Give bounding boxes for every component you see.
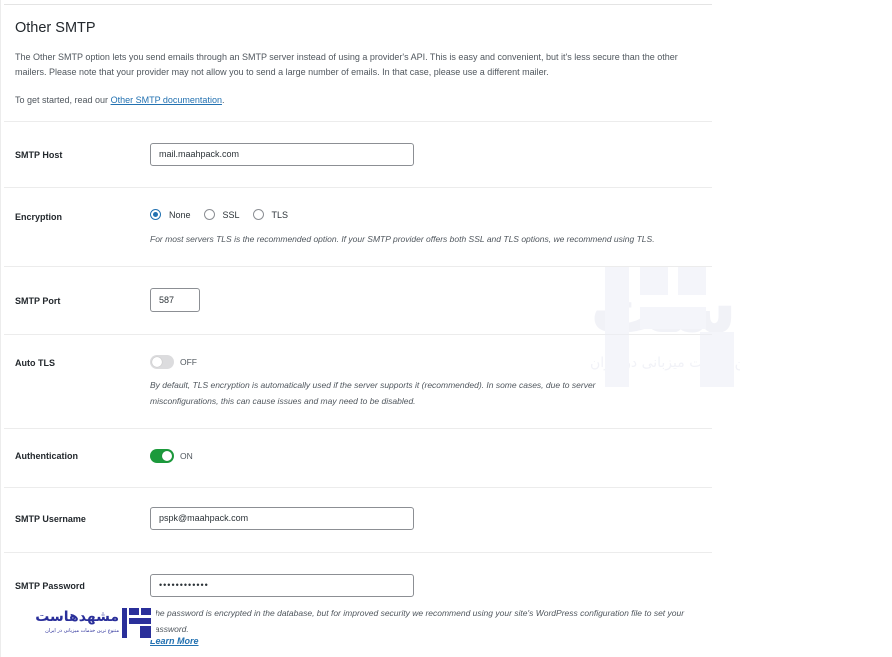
- documentation-link[interactable]: Other SMTP documentation: [111, 95, 222, 105]
- authentication-state: ON: [180, 451, 193, 461]
- section-title: Other SMTP: [15, 20, 96, 36]
- smtp-password-input[interactable]: ••••••••••••: [150, 574, 414, 597]
- divider: [4, 334, 712, 335]
- radio-checked-icon[interactable]: [150, 209, 161, 220]
- divider: [4, 121, 712, 122]
- auto-tls-toggle[interactable]: [150, 355, 174, 369]
- smtp-host-input[interactable]: mail.maahpack.com: [150, 143, 414, 166]
- smtp-port-input[interactable]: 587: [150, 288, 200, 312]
- corner-logo: مشهدهاست متنوع ترین خدمات میزبانی در ایر…: [16, 606, 156, 640]
- divider: [4, 266, 712, 267]
- divider: [4, 428, 712, 429]
- authentication-label: Authentication: [15, 451, 78, 461]
- divider: [4, 4, 712, 5]
- divider: [0, 0, 1, 657]
- radio-label: None: [169, 209, 191, 220]
- encryption-help-text: For most servers TLS is the recommended …: [150, 234, 655, 244]
- auto-tls-state: OFF: [180, 357, 197, 367]
- encryption-radio-group: None SSL TLS: [150, 209, 301, 220]
- smtp-host-label: SMTP Host: [15, 150, 63, 160]
- toggle-knob: [152, 357, 162, 367]
- smtp-password-label: SMTP Password: [15, 581, 85, 591]
- encryption-option-ssl[interactable]: SSL: [203, 209, 240, 220]
- radio-label: SSL: [222, 209, 240, 220]
- auto-tls-label: Auto TLS: [15, 358, 55, 368]
- get-started-prefix: To get started, read our: [15, 95, 111, 105]
- toggle-knob: [162, 451, 172, 461]
- auto-tls-toggle-wrap: OFF: [150, 355, 197, 369]
- radio-unchecked-icon[interactable]: [203, 209, 215, 220]
- smtp-username-input[interactable]: pspk@maahpack.com: [150, 507, 414, 530]
- corner-logo-text: مشهدهاست: [35, 609, 119, 625]
- radio-label: TLS: [271, 209, 289, 220]
- corner-logo-mark-icon: [122, 608, 151, 638]
- smtp-port-label: SMTP Port: [15, 296, 61, 306]
- settings-panel: Other SMTP The Other SMTP option lets yo…: [0, 0, 712, 657]
- encryption-label: Encryption: [15, 212, 63, 222]
- divider: [4, 187, 712, 188]
- get-started-text: To get started, read our Other SMTP docu…: [15, 93, 224, 107]
- learn-more-link[interactable]: Learn More: [150, 636, 199, 646]
- authentication-toggle[interactable]: [150, 449, 174, 463]
- divider: [4, 487, 712, 488]
- encryption-option-none[interactable]: None: [150, 209, 191, 220]
- smtp-password-help-text: The password is encrypted in the databas…: [150, 608, 685, 634]
- encryption-option-tls[interactable]: TLS: [252, 209, 289, 220]
- radio-unchecked-icon[interactable]: [252, 209, 264, 220]
- get-started-suffix: .: [221, 95, 225, 105]
- authentication-toggle-wrap: ON: [150, 449, 193, 463]
- corner-logo-subtext: متنوع ترین خدمات میزبانی در ایران: [45, 628, 119, 634]
- smtp-username-label: SMTP Username: [15, 514, 86, 524]
- divider: [4, 552, 712, 553]
- auto-tls-help-text: By default, TLS encryption is automatica…: [150, 380, 596, 406]
- section-description: The Other SMTP option lets you send emai…: [15, 52, 678, 77]
